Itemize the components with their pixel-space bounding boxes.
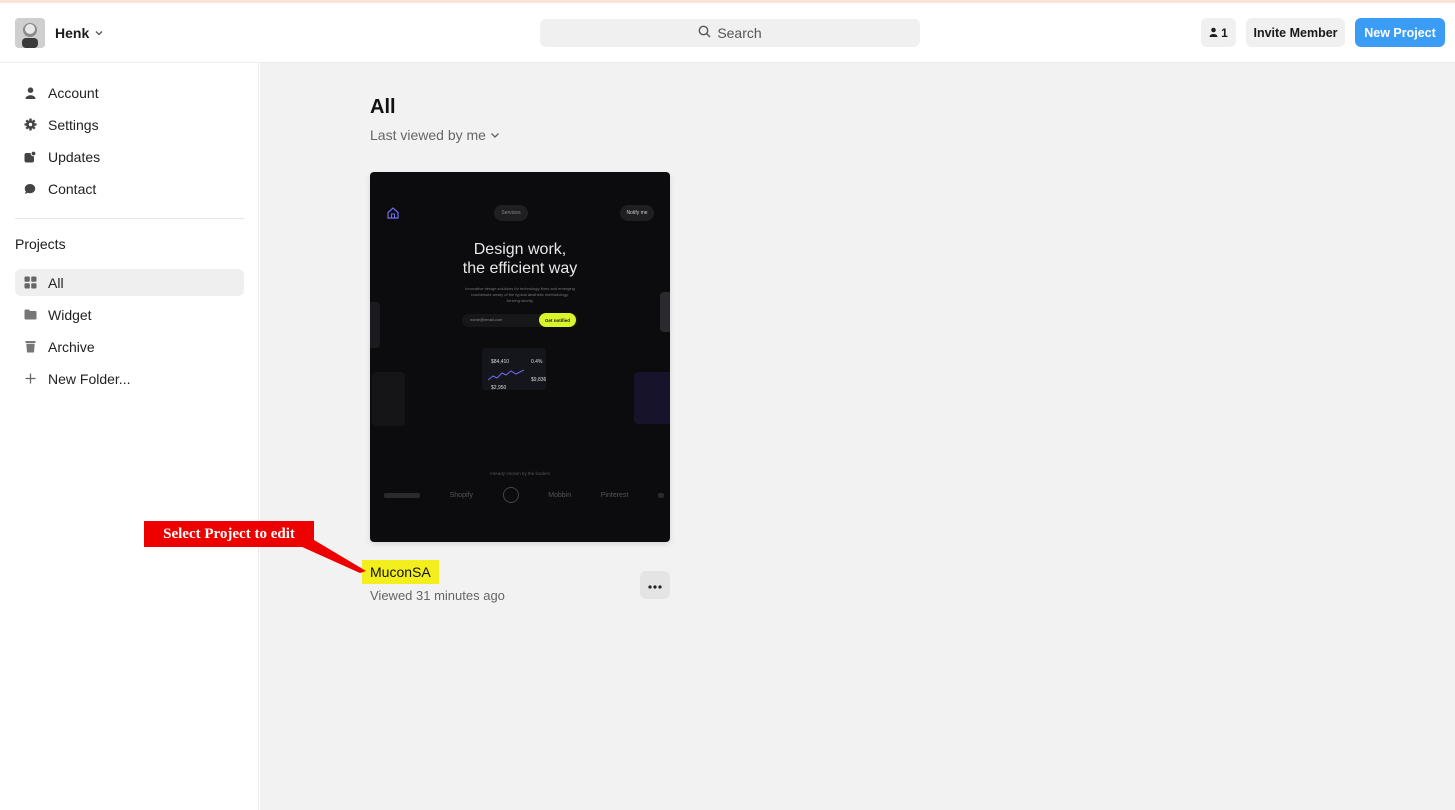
sidebar-item-new-folder[interactable]: New Folder... [15,365,244,392]
project-name[interactable]: MuconSA [362,560,439,584]
thumb-right-gauge [634,372,670,424]
thumb-sparkline [488,369,524,381]
chevron-down-icon [486,127,500,143]
thumb-left-phone [370,302,380,348]
thumb-cta-button: Get notified [539,313,576,327]
member-count: 1 [1221,25,1228,40]
gear-icon [23,118,37,132]
sidebar-item-settings[interactable]: Settings [15,111,244,138]
sidebar-item-label: Contact [48,180,97,197]
thumb-email-placeholder: name@email.com [470,317,503,322]
thumb-left-card [372,372,405,426]
avatar [15,18,45,48]
sidebar-item-label: Widget [48,306,92,323]
page-title: All [370,96,396,118]
sort-dropdown[interactable]: Last viewed by me [370,127,500,143]
project-viewed-time: Viewed 31 minutes ago [370,588,505,603]
sidebar: Account Settings Updates Contact Project… [0,63,259,810]
sidebar-item-archive[interactable]: Archive [15,333,244,360]
sidebar-item-label: Settings [48,116,99,133]
thumb-dash-value: $2,950 [491,385,507,391]
sidebar-item-updates[interactable]: Updates [15,143,244,170]
search-icon [698,25,717,41]
thumb-logo: Mobbin [548,491,572,499]
thumb-logo-row: Shopify Mobbin Pinterest [384,487,664,503]
trash-icon [23,340,37,354]
annotation-callout: Select Project to edit [144,521,314,547]
person-icon [23,86,37,100]
thumb-leaders-text: Already chosen by the leaders [489,471,551,476]
new-project-button[interactable]: New Project [1355,18,1445,47]
thumb-nav-pill: Services [494,205,528,221]
thumb-subtext: Innovative design solutions for technolo… [465,286,575,303]
top-header: Henk Search 1 Invite Member New Project [0,3,1455,63]
thumb-dash-value: $84,410 [491,359,510,365]
sidebar-item-label: New Folder... [48,370,131,387]
more-options-button[interactable] [640,571,670,599]
thumb-logo: Shopify [449,491,473,499]
sidebar-item-label: Account [48,84,99,101]
chat-icon [23,182,37,196]
thumb-logo [384,492,420,498]
thumb-nav-cta: Notify me [620,205,654,221]
user-menu[interactable]: Henk [15,18,104,48]
grid-icon [23,276,37,290]
updates-icon [23,150,37,164]
search-input[interactable]: Search [540,19,920,47]
sidebar-item-label: All [48,274,64,291]
member-count-button[interactable]: 1 [1201,18,1236,47]
thumb-headline-line-1: Design work, [473,241,567,258]
sidebar-item-all[interactable]: All [15,269,244,296]
search-placeholder: Search [717,25,762,41]
thumb-dash-value: 0.4% [531,359,543,365]
sidebar-item-widget[interactable]: Widget [15,301,244,328]
sidebar-divider [15,218,244,219]
thumb-logo [502,487,519,503]
projects-section-title: Projects [15,236,66,252]
plus-icon [23,372,37,386]
ellipsis-icon [648,576,662,594]
thumb-logo: Pinterest [600,491,629,499]
invite-member-button[interactable]: Invite Member [1246,18,1345,47]
sidebar-item-label: Updates [48,148,101,165]
user-name: Henk [55,25,90,41]
thumb-logo [658,492,664,498]
thumb-headline-line-2: the efficient way [462,260,578,277]
person-icon [1209,26,1221,40]
project-thumbnail[interactable]: Services Notify me Design work, the effi… [370,172,670,542]
thumb-right-watch [660,292,670,332]
thumb-headline: Design work, the efficient way [370,240,670,278]
sidebar-item-contact[interactable]: Contact [15,175,244,202]
thumb-dashboard: $84,410 0.4% $9,836 $2,950 [482,348,547,391]
thumb-dash-value: $9,836 [531,377,547,383]
sort-label: Last viewed by me [370,127,486,143]
home-icon [387,206,399,224]
main-content: All Last viewed by me Services Notify me… [260,63,1455,810]
folder-icon [23,308,37,322]
sidebar-item-account[interactable]: Account [15,79,244,106]
chevron-down-icon [94,25,104,43]
sidebar-item-label: Archive [48,338,95,355]
